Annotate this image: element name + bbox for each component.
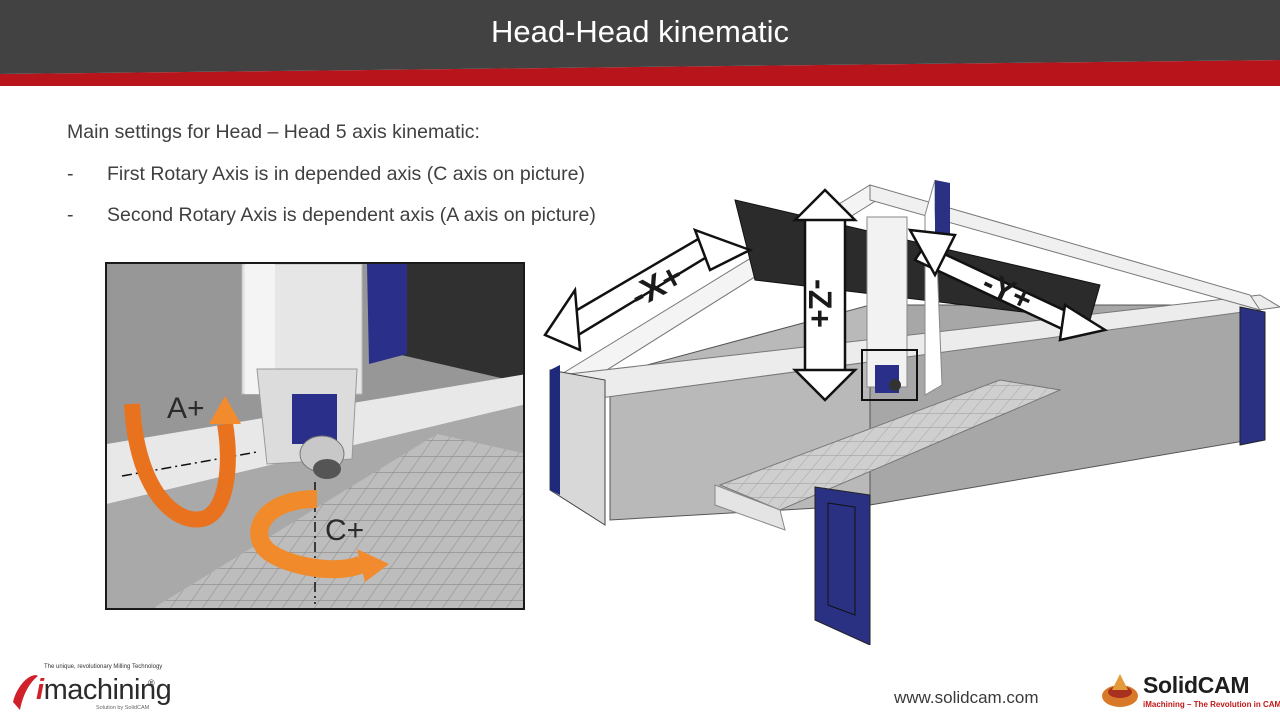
imachining-subtitle: Solution by SolidCAM bbox=[96, 705, 150, 711]
imachining-tagline: The unique, revolutionary Milling Techno… bbox=[44, 664, 163, 670]
footer-url: www.solidcam.com bbox=[894, 688, 1039, 707]
solidcam-tagline: iMachining – The Revolution in CAM! bbox=[1143, 700, 1280, 709]
imachining-registered: ® bbox=[148, 678, 155, 688]
gantry-machine-drawing bbox=[543, 179, 1280, 646]
imachining-i: i bbox=[36, 674, 44, 706]
gantry-machine-image: -X+ -Y+ -Z+ bbox=[540, 175, 1280, 646]
label-a-plus: A+ bbox=[167, 392, 205, 425]
head-detail-drawing bbox=[107, 264, 523, 608]
head-detail-image: A+ C+ bbox=[105, 262, 525, 610]
solidcam-name: SolidCAM bbox=[1143, 672, 1250, 698]
slide-header: Head-Head kinematic bbox=[0, 0, 1280, 86]
label-c-plus: C+ bbox=[325, 514, 365, 547]
label-z-axis: -Z+ bbox=[801, 279, 838, 328]
bullet-text: First Rotary Axis is in depended axis (C… bbox=[107, 163, 585, 185]
bullet-first-rotary: - First Rotary Axis is in depended axis (… bbox=[67, 163, 585, 186]
bullet-text: Second Rotary Axis is dependent axis (A … bbox=[107, 204, 596, 226]
intro-text: Main settings for Head – Head 5 axis kin… bbox=[67, 121, 480, 143]
bullet-dash: - bbox=[67, 204, 74, 226]
bullet-second-rotary: - Second Rotary Axis is dependent axis (A… bbox=[67, 204, 596, 227]
slide-title: Head-Head kinematic bbox=[490, 14, 790, 49]
bullet-dash: - bbox=[67, 163, 74, 185]
